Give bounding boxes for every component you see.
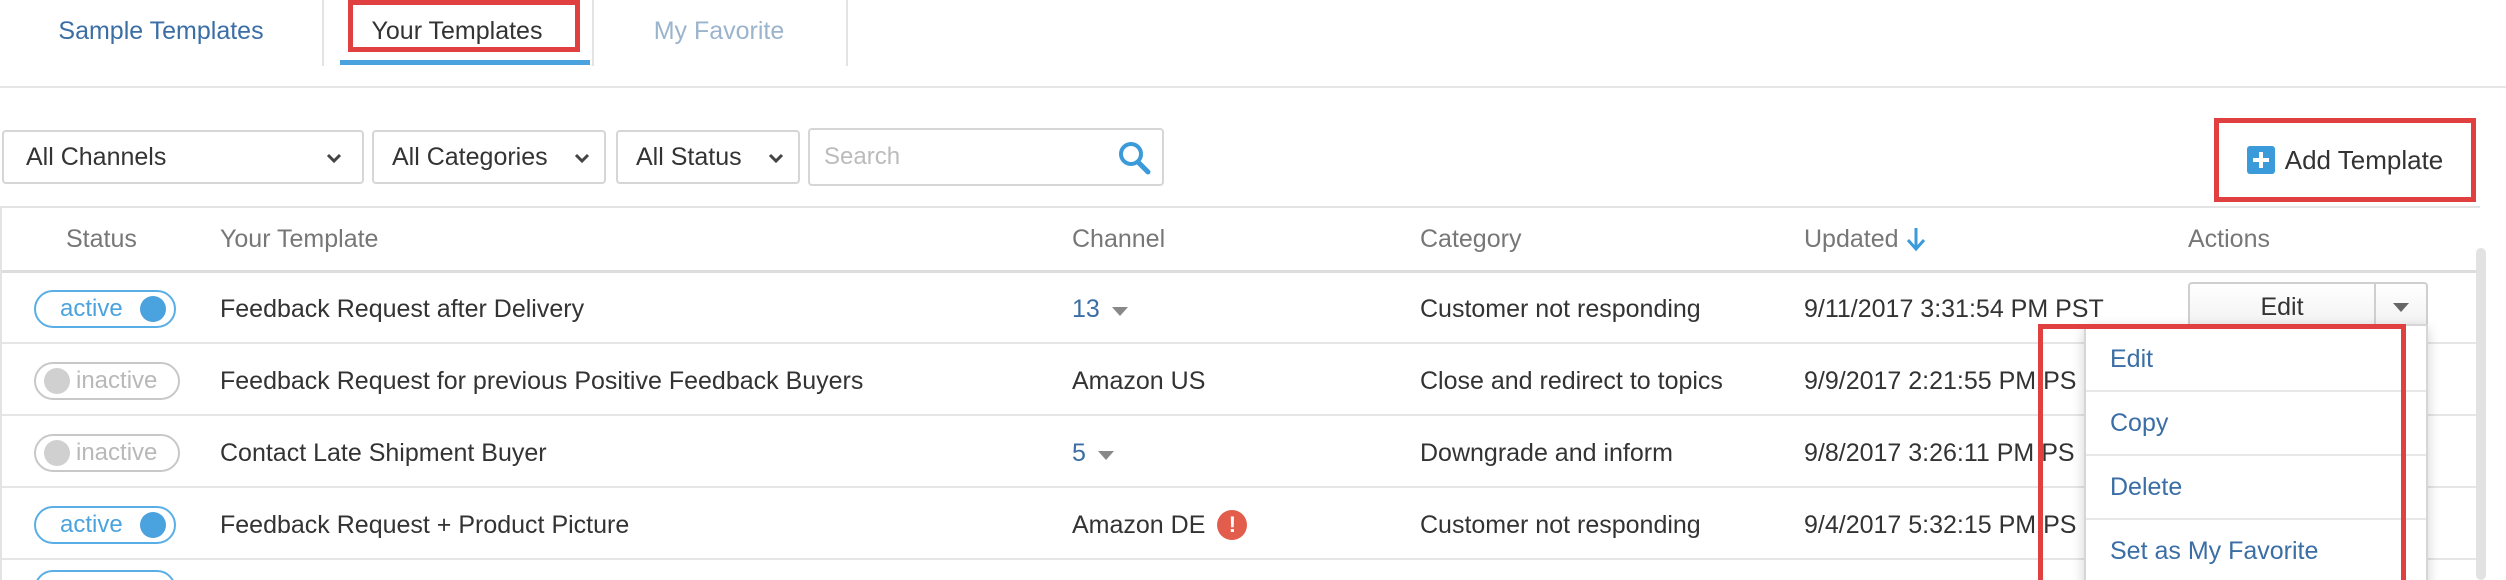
status-label: active (60, 511, 123, 538)
column-header-template[interactable]: Your Template (220, 208, 378, 270)
status-filter[interactable]: All Status (616, 130, 800, 184)
chevron-down-icon (768, 153, 784, 164)
channel-value: 13 (1072, 294, 1100, 323)
status-label: inactive (76, 439, 158, 466)
template-name: Contact Late Shipment Buyer (220, 438, 547, 467)
arrow-down-icon (1906, 228, 1925, 252)
scrollbar[interactable] (2476, 248, 2486, 580)
exclamation-icon[interactable]: ! (1217, 510, 1248, 540)
header-label: Category (1420, 224, 1522, 253)
search-icon[interactable] (1114, 138, 1154, 178)
channel-value: 5 (1072, 438, 1086, 467)
status-toggle[interactable]: inactive (34, 362, 180, 400)
column-header-channel[interactable]: Channel (1072, 208, 1165, 270)
header-label: Status (66, 224, 137, 253)
header-label: Actions (2188, 224, 2270, 253)
category-filter-value: All Categories (392, 142, 548, 171)
highlight-box (2038, 324, 2406, 580)
edit-button-label: Edit (2260, 292, 2304, 321)
updated-time: 9/9/2017 2:21:55 PM PS (1804, 366, 2077, 395)
template-category: Customer not responding (1420, 510, 1701, 539)
channel-value: Amazon DE (1072, 510, 1206, 539)
status-toggle[interactable]: active (34, 506, 176, 544)
template-tabs: Sample Templates Your Templates My Favor… (0, 0, 2506, 88)
updated-time: 9/4/2017 5:32:15 PM PS (1804, 510, 2077, 539)
add-template-label: Add Template (2284, 144, 2444, 175)
active-tab-indicator (340, 60, 590, 65)
header-label: Channel (1072, 224, 1166, 253)
search-box (808, 128, 1164, 186)
status-filter-value: All Status (636, 142, 742, 171)
toggle-knob (44, 440, 70, 466)
tab-label: My Favorite (653, 16, 785, 45)
tab-divider (846, 0, 848, 66)
toggle-knob (44, 368, 70, 394)
column-header-actions: Actions (2188, 208, 2270, 270)
status-label: active (60, 295, 123, 322)
caret-down-icon (1111, 306, 1128, 316)
category-filter[interactable]: All Categories (372, 130, 606, 184)
channel-filter-value: All Channels (26, 142, 167, 171)
chevron-down-icon (326, 153, 342, 164)
template-category: Downgrade and inform (1420, 438, 1673, 467)
header-label: Updated (1804, 224, 1899, 253)
status-label: inactive (76, 367, 158, 394)
toggle-knob (140, 512, 166, 538)
header-label: Your Template (220, 224, 379, 253)
tab-my-favorite[interactable]: My Favorite (592, 0, 846, 62)
column-header-category[interactable]: Category (1420, 208, 1521, 270)
status-toggle[interactable]: inactive (34, 434, 180, 472)
tab-label: Sample Templates (58, 16, 264, 45)
template-category: Close and redirect to topics (1420, 366, 1723, 395)
caret-down-icon (1097, 450, 1114, 460)
channel-filter[interactable]: All Channels (2, 130, 364, 184)
updated-time: 9/8/2017 3:26:11 PM PS (1804, 438, 2075, 467)
search-input[interactable] (824, 140, 1094, 174)
add-template-button[interactable]: Add Template (2214, 118, 2476, 202)
template-name: Feedback Request for previous Positive F… (220, 366, 864, 395)
channel-count[interactable]: 5 (1072, 418, 1114, 488)
highlight-box (348, 0, 580, 52)
channel-count[interactable]: 13 (1072, 274, 1128, 344)
chevron-down-icon (574, 153, 590, 164)
status-toggle[interactable] (34, 570, 176, 580)
caret-down-icon (2393, 302, 2409, 312)
channel-name: Amazon US (1072, 366, 1206, 395)
plus-icon (2246, 146, 2275, 174)
tab-sample-templates[interactable]: Sample Templates (0, 0, 322, 62)
toggle-knob (140, 296, 166, 322)
header-divider (2, 270, 2482, 273)
template-category: Customer not responding (1420, 294, 1701, 323)
channel-name: Amazon DE! (1072, 490, 1248, 560)
template-name: Feedback Request + Product Picture (220, 510, 630, 539)
status-toggle[interactable]: active (34, 290, 176, 328)
column-header-status[interactable]: Status (66, 208, 137, 270)
template-name: Feedback Request after Delivery (220, 294, 585, 323)
column-header-updated[interactable]: Updated (1804, 208, 1927, 270)
